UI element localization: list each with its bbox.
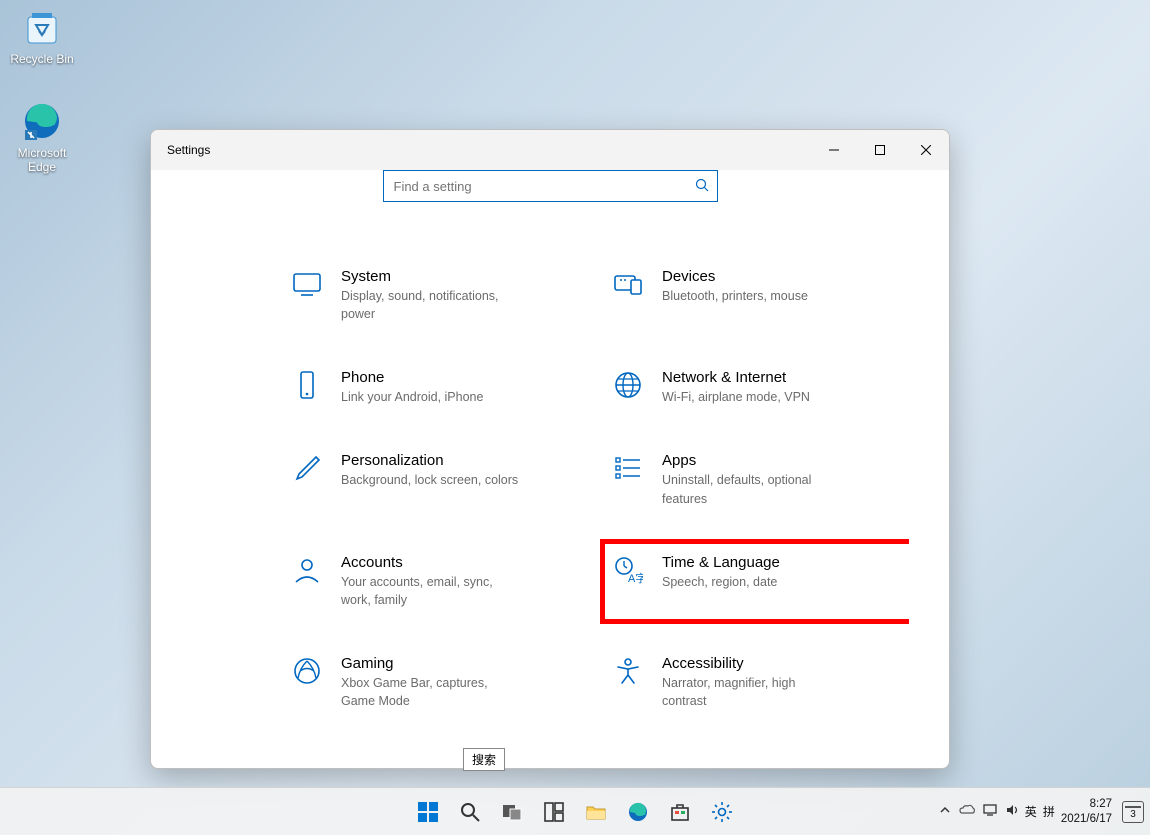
settings-content: System Display, sound, notifications, po… — [151, 170, 949, 768]
category-title: Accessibility — [662, 655, 842, 672]
category-subtitle: Bluetooth, printers, mouse — [662, 287, 808, 305]
desktop-icon-recycle-bin[interactable]: Recycle Bin — [5, 6, 79, 66]
search-input[interactable] — [394, 179, 695, 194]
taskbar: 英 拼 8:27 2021/6/17 3 — [0, 787, 1150, 835]
settings-window: Settings — [150, 129, 950, 769]
category-title: Phone — [341, 369, 483, 386]
category-subtitle: Link your Android, iPhone — [341, 388, 483, 406]
category-subtitle: Uninstall, defaults, optional features — [662, 471, 842, 507]
category-gaming[interactable]: Gaming Xbox Game Bar, captures, Game Mod… — [291, 655, 582, 710]
task-view-button[interactable] — [492, 792, 532, 832]
action-center-button[interactable]: 3 — [1122, 801, 1144, 823]
devices-icon — [612, 268, 644, 300]
category-subtitle: Your accounts, email, sync, work, family — [341, 573, 521, 609]
phone-icon — [291, 369, 323, 401]
category-title: Time & Language — [662, 554, 780, 571]
file-explorer-button[interactable] — [576, 792, 616, 832]
window-titlebar[interactable]: Settings — [151, 130, 949, 170]
category-title: Personalization — [341, 452, 518, 469]
category-title: Network & Internet — [662, 369, 810, 386]
category-devices[interactable]: Devices Bluetooth, printers, mouse — [612, 268, 903, 323]
category-time-language[interactable]: A字 Time & Language Speech, region, date — [600, 539, 909, 624]
taskbar-search-button[interactable] — [450, 792, 490, 832]
desktop-icon-edge[interactable]: Microsoft Edge — [5, 100, 79, 175]
widgets-button[interactable] — [534, 792, 574, 832]
taskbar-datetime[interactable]: 8:27 2021/6/17 — [1061, 797, 1112, 826]
category-subtitle: Narrator, magnifier, high contrast — [662, 674, 842, 710]
window-title: Settings — [167, 143, 811, 157]
category-title: Devices — [662, 268, 808, 285]
category-title: Accounts — [341, 554, 521, 571]
settings-categories-scroll[interactable]: System Display, sound, notifications, po… — [291, 268, 909, 768]
category-title: Gaming — [341, 655, 521, 672]
search-icon — [695, 178, 709, 195]
start-button[interactable] — [408, 792, 448, 832]
category-subtitle: Xbox Game Bar, captures, Game Mode — [341, 674, 521, 710]
category-subtitle: Speech, region, date — [662, 573, 780, 591]
close-button[interactable] — [903, 130, 949, 170]
network-icon — [612, 369, 644, 401]
tray-network-icon[interactable] — [983, 803, 997, 820]
tray-onedrive-icon[interactable] — [959, 804, 975, 819]
accounts-icon — [291, 554, 323, 586]
ime-language[interactable]: 英 — [1025, 803, 1037, 820]
recycle-bin-icon — [21, 6, 63, 48]
desktop-icon-label: Recycle Bin — [10, 52, 73, 66]
category-network[interactable]: Network & Internet Wi-Fi, airplane mode,… — [612, 369, 903, 406]
ime-mode[interactable]: 拼 — [1043, 803, 1055, 820]
apps-icon — [612, 452, 644, 484]
accessibility-icon — [612, 655, 644, 687]
store-button[interactable] — [660, 792, 700, 832]
category-accessibility[interactable]: Accessibility Narrator, magnifier, high … — [612, 655, 903, 710]
category-title: System — [341, 268, 521, 285]
edge-icon — [21, 100, 63, 142]
category-accounts[interactable]: Accounts Your accounts, email, sync, wor… — [291, 554, 582, 609]
system-icon — [291, 268, 323, 300]
svg-text:A字: A字 — [628, 571, 643, 585]
tray-chevron-up-icon[interactable] — [939, 804, 951, 819]
category-system[interactable]: System Display, sound, notifications, po… — [291, 268, 582, 323]
category-subtitle: Display, sound, notifications, power — [341, 287, 521, 323]
edge-taskbar-button[interactable] — [618, 792, 658, 832]
maximize-button[interactable] — [857, 130, 903, 170]
category-title: Apps — [662, 452, 842, 469]
category-subtitle: Wi-Fi, airplane mode, VPN — [662, 388, 810, 406]
category-phone[interactable]: Phone Link your Android, iPhone — [291, 369, 582, 406]
tray-volume-icon[interactable] — [1005, 803, 1019, 820]
taskbar-date: 2021/6/17 — [1061, 812, 1112, 826]
category-apps[interactable]: Apps Uninstall, defaults, optional featu… — [612, 452, 903, 507]
minimize-button[interactable] — [811, 130, 857, 170]
category-personalization[interactable]: Personalization Background, lock screen,… — [291, 452, 582, 507]
category-subtitle: Background, lock screen, colors — [341, 471, 518, 489]
settings-taskbar-button[interactable] — [702, 792, 742, 832]
gaming-icon — [291, 655, 323, 687]
taskbar-time: 8:27 — [1090, 797, 1112, 811]
search-input-wrapper[interactable] — [383, 170, 718, 202]
personalization-icon — [291, 452, 323, 484]
search-tooltip: 搜索 — [463, 748, 505, 771]
time-language-icon: A字 — [612, 554, 644, 586]
notification-count: 3 — [1130, 809, 1136, 820]
desktop-icon-label: Microsoft Edge — [5, 146, 79, 175]
